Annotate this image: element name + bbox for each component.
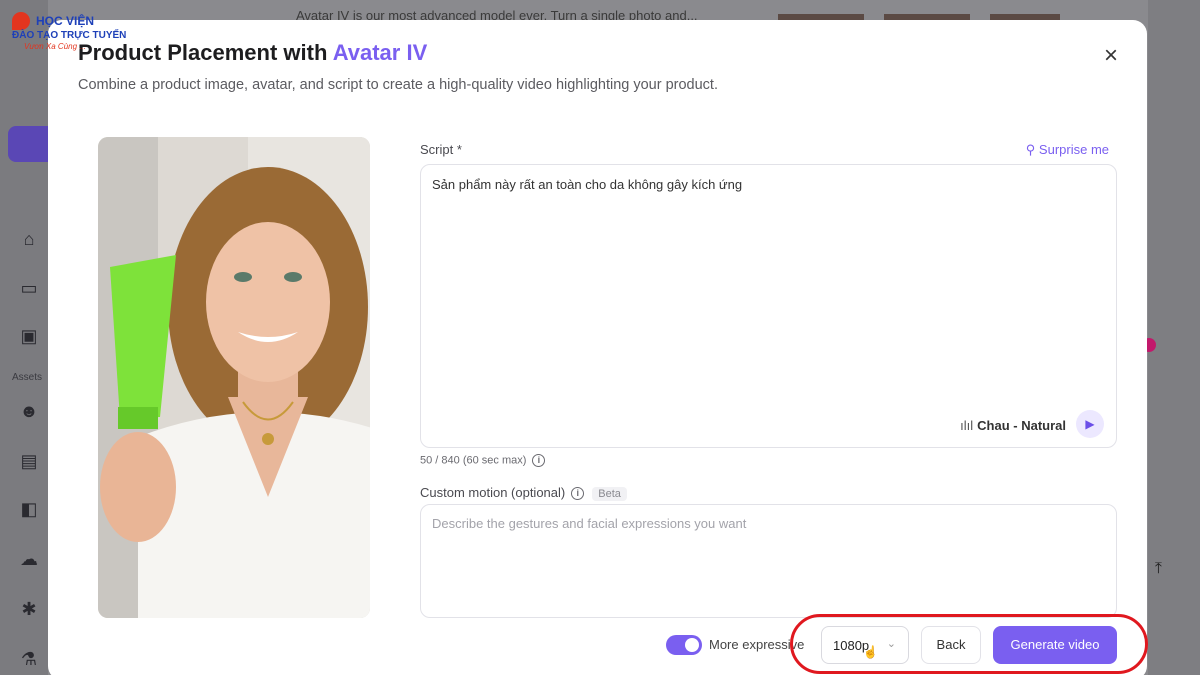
video-icon: ▣ <box>20 326 38 346</box>
script-textarea[interactable]: Sản phẩm này rất an toàn cho da không gâ… <box>420 164 1117 448</box>
surprise-me-button[interactable]: ⚲ Surprise me <box>1026 142 1109 158</box>
info-icon[interactable]: i <box>571 487 585 501</box>
product-placement-modal: Product Placement with Avatar IV Combine… <box>48 20 1147 675</box>
avatar-image <box>98 137 370 618</box>
modal-title: Product Placement with Avatar IV <box>78 40 427 66</box>
play-icon[interactable]: ▶ <box>1085 417 1094 431</box>
char-count-text: 50 / 840 (60 sec max) <box>420 454 527 467</box>
script-text[interactable]: Sản phẩm này rất an toàn cho da không gâ… <box>432 177 742 192</box>
close-button[interactable]: × <box>1101 44 1121 68</box>
voice-selector[interactable]: ılıl Chau - Natural <box>960 418 1066 433</box>
custom-motion-field[interactable] <box>420 504 1117 618</box>
voice-icon: ▤ <box>20 451 38 471</box>
modal-subtitle: Combine a product image, avatar, and scr… <box>78 77 718 93</box>
bg-create-button <box>8 126 48 162</box>
bg-sidebar: ⌂ ▭ ▣ Assets ☻ ▤ ◧ ☁ ✱ ⚗ <box>0 0 48 675</box>
avatar-icon: ☻ <box>19 401 39 421</box>
brand-icon: ◧ <box>20 499 38 519</box>
logo-line3: Vươn Xa Cùng ... <box>24 42 86 51</box>
custom-motion-input[interactable] <box>432 516 1102 606</box>
beta-badge: Beta <box>592 487 627 501</box>
custom-motion-label: Custom motion (optional) i Beta <box>420 485 627 501</box>
watermark-logo: HỌC VIỆN ĐÀO TẠO TRỰC TUYẾN Vươn Xa Cùng… <box>12 12 126 51</box>
logo-line2: ĐÀO TẠO TRỰC TUYẾN <box>12 30 127 41</box>
logo-line1: HỌC VIỆN <box>36 14 95 28</box>
toggle-knob <box>685 638 699 652</box>
logo-mark-icon <box>12 12 30 30</box>
custom-motion-label-text: Custom motion (optional) <box>420 485 566 500</box>
more-expressive-toggle[interactable] <box>666 635 702 655</box>
play-voice-button[interactable]: ▶ <box>1076 410 1104 438</box>
char-count: 50 / 840 (60 sec max) i <box>420 454 546 467</box>
puzzle-icon: ✱ <box>21 599 37 619</box>
voice-name[interactable]: Chau - Natural <box>977 418 1066 433</box>
highlight-annotation <box>790 614 1148 674</box>
info-icon[interactable]: i <box>532 454 546 467</box>
close-icon[interactable]: × <box>1104 42 1118 69</box>
magic-wand-icon[interactable]: ⚲ <box>1026 142 1039 157</box>
bg-assets-label: Assets <box>12 372 43 383</box>
upload-icon: ☁ <box>20 549 38 569</box>
script-label: Script * <box>420 142 462 157</box>
lab-icon: ⚗ <box>20 649 38 669</box>
scroll-top-icon: ⤒ <box>1154 560 1162 577</box>
folder-icon: ▭ <box>20 278 38 298</box>
modal-title-prefix: Product Placement with <box>78 40 328 65</box>
waveform-icon[interactable]: ılıl <box>960 418 973 433</box>
surprise-me-label[interactable]: Surprise me <box>1039 142 1109 157</box>
modal-title-accent: Avatar IV <box>332 40 428 65</box>
home-icon: ⌂ <box>23 229 35 249</box>
avatar-photo[interactable] <box>98 137 370 618</box>
